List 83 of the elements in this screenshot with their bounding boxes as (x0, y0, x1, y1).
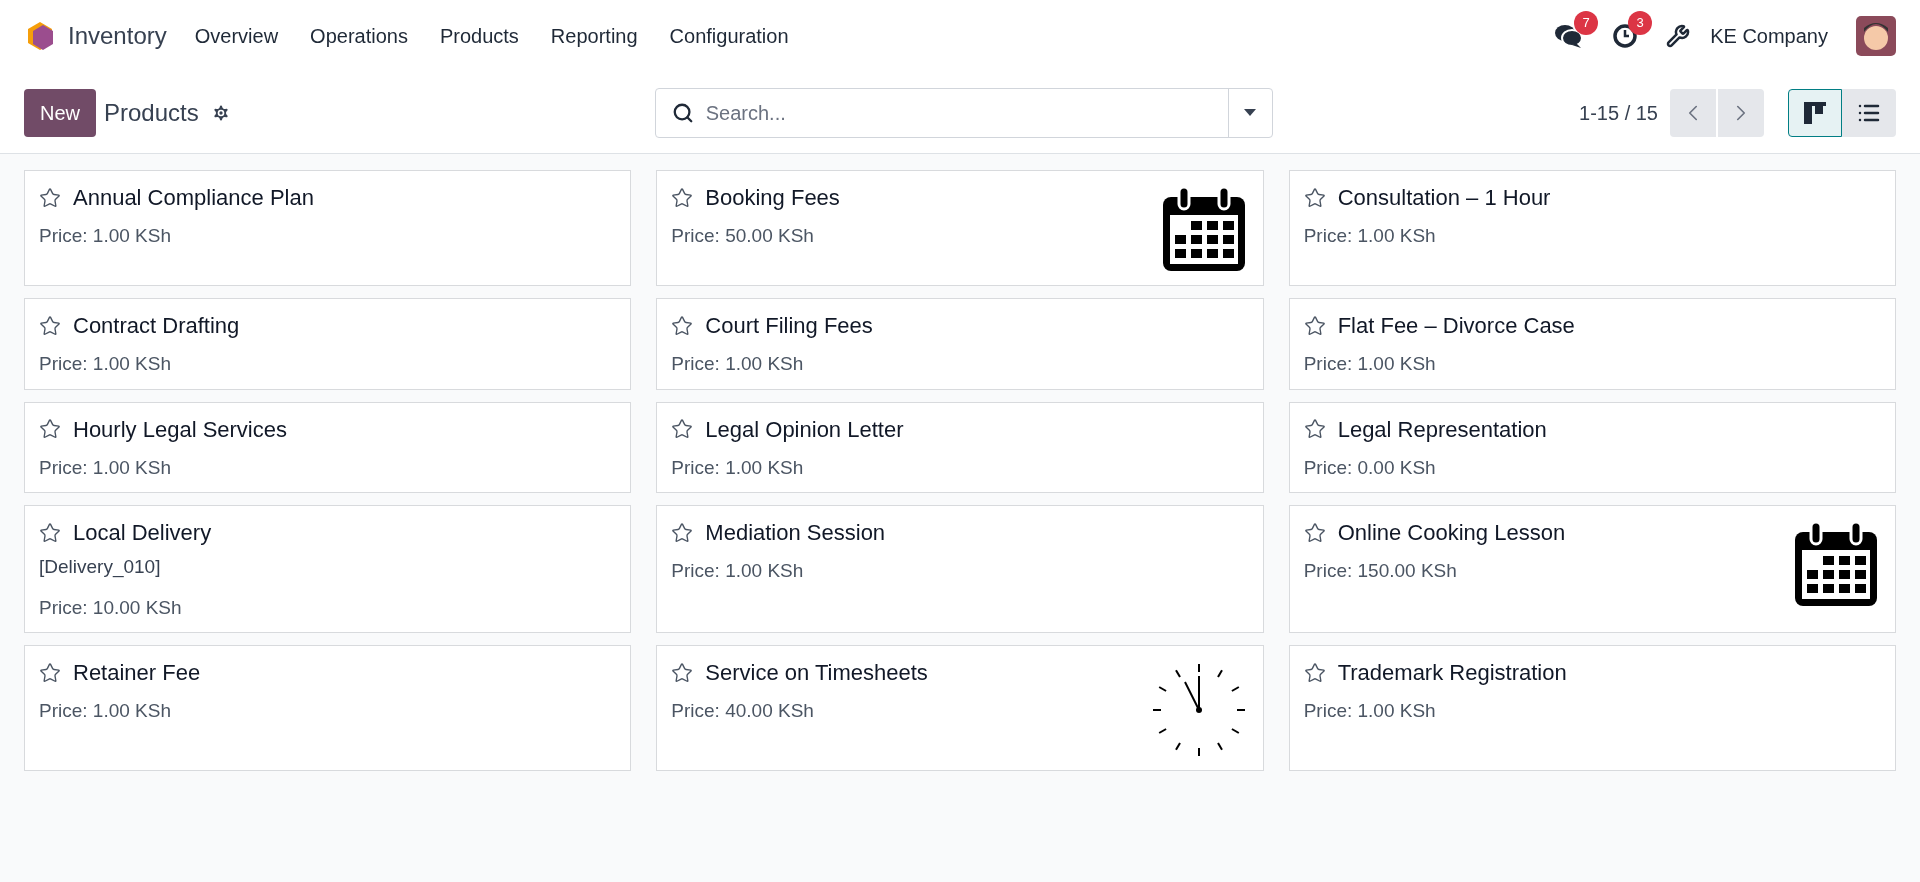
app-name[interactable]: Inventory (68, 18, 167, 54)
product-price: Price: 150.00 KSh (1303, 559, 1458, 583)
product-price: Price: 40.00 KSh (671, 699, 815, 723)
product-card[interactable]: Legal Representation Price: 0.00 KSh (1288, 401, 1896, 493)
product-card[interactable]: Service on Timesheets Price: 40.00 KSh (656, 645, 1264, 771)
search-icon (671, 101, 694, 124)
product-name: Mediation Session (705, 519, 886, 547)
product-name: Legal Opinion Letter (705, 415, 904, 444)
product-reference: [Delivery_010] (39, 555, 162, 580)
pager-value[interactable]: 1-15 / 15 (1579, 97, 1658, 128)
product-card[interactable]: Contract Drafting Price: 1.00 KSh (24, 298, 632, 390)
product-price: Price: 1.00 KSh (1303, 699, 1437, 723)
company-name[interactable]: KE Company (1710, 21, 1828, 51)
caret-icon[interactable] (1244, 108, 1257, 117)
star-icon[interactable] (671, 314, 694, 337)
star-icon[interactable] (671, 521, 694, 544)
product-name: Contract Drafting (73, 312, 240, 340)
star-icon[interactable] (671, 661, 694, 684)
product-price: Price: 1.00 KSh (39, 224, 173, 248)
notification-badge: 3 (1628, 11, 1653, 35)
star-icon[interactable] (39, 661, 61, 684)
product-price: Price: 1.00 KSh (671, 352, 805, 376)
product-name: Court Filing Fees (705, 312, 873, 340)
star-icon[interactable] (1303, 661, 1326, 684)
product-card[interactable]: Annual Compliance Plan Price: 1.00 KSh (24, 170, 632, 286)
menu-item[interactable]: Operations (310, 21, 408, 51)
product-card[interactable]: Hourly Legal Services Price: 1.00 KSh (24, 401, 632, 493)
clock-icon[interactable] (1612, 23, 1639, 49)
product-name: Legal Representation (1337, 415, 1547, 444)
product-price: Price: 1.00 KSh (1303, 352, 1437, 376)
page-title: Products (104, 97, 199, 128)
product-card[interactable]: Mediation Session Price: 1.00 KSh (656, 505, 1264, 633)
star-icon[interactable] (39, 314, 61, 337)
product-card[interactable]: Flat Fee – Divorce Case Price: 1.00 KSh (1288, 298, 1896, 390)
product-name: Retainer Fee (73, 659, 201, 687)
product-name: Annual Compliance Plan (73, 184, 314, 212)
menu-item[interactable]: Configuration (669, 21, 789, 51)
product-name: Booking Fees (705, 184, 840, 212)
notification-badge: 7 (1574, 11, 1599, 35)
new-button[interactable]: New (24, 88, 96, 137)
star-icon[interactable] (671, 186, 694, 209)
product-price: Price: 0.00 KSh (1303, 455, 1437, 480)
product-name: Service on Timesheets (705, 659, 928, 687)
menu-item[interactable]: Products (439, 21, 519, 51)
product-price: Price: 1.00 KSh (39, 455, 173, 480)
product-name: Hourly Legal Services (73, 415, 287, 444)
product-card[interactable]: Retainer Fee Price: 1.00 KSh (24, 645, 632, 771)
product-price: Price: 1.00 KSh (1303, 224, 1437, 248)
product-card[interactable]: Consultation – 1 Hour Price: 1.00 KSh (1288, 170, 1896, 286)
product-name: Online Cooking Lesson (1337, 519, 1566, 547)
kanban-icon (1804, 101, 1826, 124)
product-card[interactable]: Court Filing Fees Price: 1.00 KSh (656, 298, 1264, 390)
list-view-button[interactable] (1842, 88, 1896, 137)
star-icon[interactable] (1303, 186, 1326, 209)
product-price: Price: 1.00 KSh (671, 455, 805, 480)
search-field[interactable]: Search... (654, 87, 1273, 138)
star-icon[interactable] (39, 186, 61, 209)
product-price: Price: 1.00 KSh (39, 352, 173, 376)
avatar-icon[interactable] (1856, 16, 1896, 56)
product-card[interactable]: Booking Fees Price: 50.00 KSh (656, 170, 1264, 286)
menu-item[interactable]: Overview (194, 21, 279, 51)
product-card[interactable]: Online Cooking Lesson Price: 150.00 KSh (1288, 505, 1896, 633)
kanban-view-button[interactable] (1788, 88, 1842, 137)
tools-icon[interactable] (1666, 24, 1691, 48)
star-icon[interactable] (1303, 418, 1326, 440)
search-input[interactable]: Search... (705, 97, 1228, 128)
product-price: Price: 50.00 KSh (671, 224, 815, 248)
product-price: Price: 1.00 KSh (671, 559, 805, 583)
product-card[interactable]: Local Delivery [Delivery_010] Price: 10.00 KSh (24, 505, 632, 633)
product-name: Flat Fee – Divorce Case (1337, 312, 1575, 340)
product-price: Price: 1.00 KSh (39, 699, 173, 723)
star-icon[interactable] (1303, 314, 1326, 337)
star-icon[interactable] (39, 418, 61, 440)
product-price: Price: 10.00 KSh (39, 595, 183, 620)
star-icon[interactable] (39, 521, 61, 544)
star-icon[interactable] (1303, 521, 1326, 544)
product-name: Trademark Registration (1337, 659, 1567, 687)
star-icon[interactable] (671, 418, 694, 440)
product-card[interactable]: Trademark Registration Price: 1.00 KSh (1288, 645, 1896, 771)
product-name: Consultation – 1 Hour (1337, 184, 1551, 212)
product-name: Local Delivery (73, 519, 212, 547)
product-card[interactable]: Legal Opinion Letter Price: 1.00 KSh (656, 401, 1264, 493)
menu-item[interactable]: Reporting (550, 21, 638, 51)
